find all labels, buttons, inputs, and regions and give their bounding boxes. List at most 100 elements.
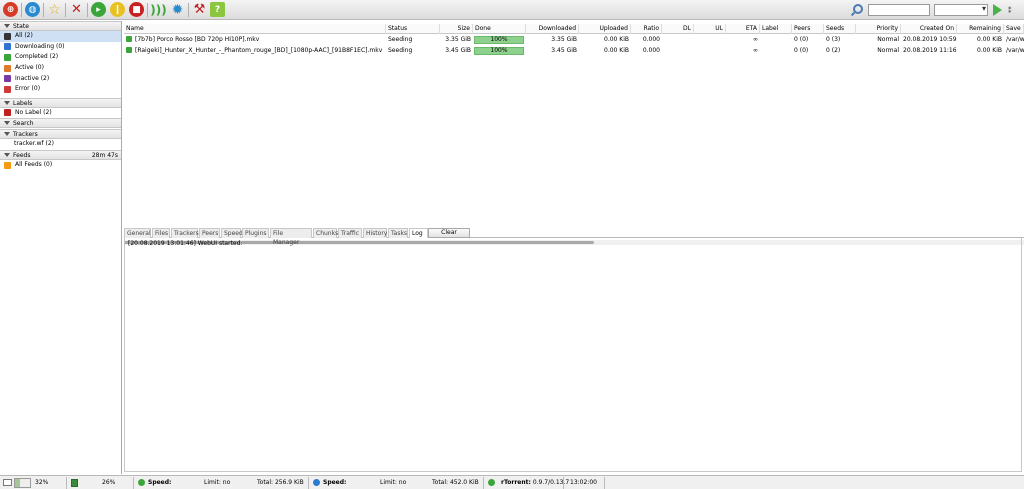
help-icon[interactable]: ? (210, 2, 225, 17)
download-total: Total: 256.9 KiB (257, 479, 304, 486)
column-header-name[interactable]: Name (124, 24, 386, 34)
filter-icon (4, 75, 11, 83)
cell-priority: Normal (877, 36, 899, 43)
sidebar-item[interactable]: Error (0) (0, 84, 121, 95)
tab-tasks[interactable]: Tasks (388, 228, 408, 238)
download-limit[interactable]: Limit: no (204, 478, 230, 488)
tab-peers[interactable]: Peers (199, 228, 220, 238)
column-header-ratio[interactable]: Ratio (631, 24, 662, 34)
column-header-created-on[interactable]: Created On (901, 24, 957, 34)
search-go-icon[interactable] (993, 4, 1002, 16)
column-header-peers[interactable]: Peers (792, 24, 824, 34)
cell-downloaded: 3.35 GiB (551, 36, 577, 43)
trackers-panel-header[interactable]: Trackers (0, 129, 121, 140)
column-header-dl[interactable]: DL (662, 24, 694, 34)
state-panel-header[interactable]: State (0, 21, 121, 31)
sidebar-item-label: All Feeds (0) (15, 161, 53, 169)
state-header-label: State (13, 23, 29, 30)
sidebar-item-label: All (2) (15, 32, 33, 40)
pause-icon[interactable]: ❙ (110, 2, 125, 17)
trackers-header-label: Trackers (13, 131, 38, 139)
cell-eta: ∞ (753, 47, 758, 54)
table-row[interactable]: [Raigeki]_Hunter_X_Hunter_-_Phantom_roug… (124, 46, 1024, 56)
column-header-ul[interactable]: UL (694, 24, 726, 34)
sidebar-item[interactable]: Inactive (2) (0, 73, 121, 84)
tab-general[interactable]: General (124, 228, 151, 238)
toolbar-divider (43, 3, 44, 17)
clear-log-button[interactable]: Clear (428, 228, 470, 238)
remove-icon[interactable]: ✕ (69, 2, 84, 17)
start-icon[interactable]: ▸ (91, 2, 106, 17)
upload-total: Total: 452.0 KiB (432, 479, 479, 486)
sidebar-item[interactable]: Active (0) (0, 63, 121, 74)
labels-panel-header[interactable]: Labels (0, 97, 121, 108)
progress-bar: 100% (474, 36, 524, 44)
tab-speed[interactable]: Speed (221, 228, 243, 238)
stop-icon[interactable]: ■ (129, 2, 144, 17)
table-row[interactable]: [7b7b] Porco Rosso [BD 720p HI10P].mkv Se… (124, 35, 1024, 45)
column-header-seeds[interactable]: Seeds (824, 24, 856, 34)
cpu-icon (71, 479, 78, 487)
cell-ul (694, 46, 726, 56)
tab-file-manager[interactable]: File Manager (270, 228, 312, 246)
tab-files[interactable]: Files (152, 228, 170, 238)
feeds-timer: 28m 47s (91, 151, 118, 159)
torrent-name: [7b7b] Porco Rosso [BD 720p HI10P].mkv (135, 36, 260, 43)
upload-speed-label: Speed: (323, 479, 347, 486)
torrent-list: Name Status Size Done Downloaded Uploaded Rati… (124, 21, 1024, 245)
column-header-uploaded[interactable]: Uploaded (579, 24, 631, 34)
download-speed-label: Speed: (148, 479, 172, 486)
tab-history[interactable]: History (363, 228, 387, 238)
search-header-label: Search (13, 120, 34, 128)
add-torrent-icon[interactable]: ⊕ (3, 2, 18, 17)
search-input[interactable] (868, 4, 930, 16)
cell-name: [Raigeki]_Hunter_X_Hunter_-_Phantom_roug… (124, 46, 386, 56)
search-icon[interactable] (853, 4, 863, 14)
column-header-status[interactable]: Status (386, 24, 440, 34)
status-divider (604, 477, 605, 489)
column-header-done[interactable]: Done (473, 24, 526, 34)
search-panel-header[interactable]: Search (0, 118, 121, 129)
sidebar-item[interactable]: All (2) (0, 31, 121, 42)
column-header-save[interactable]: Save (1004, 24, 1024, 34)
sidebar-item[interactable]: Completed (2) (0, 52, 121, 63)
create-torrent-icon[interactable]: ☆ (47, 2, 62, 18)
disk-usage-pct: 32% (35, 479, 49, 486)
column-header-label[interactable]: Label (760, 24, 792, 34)
rss-icon[interactable]: ))) (150, 2, 166, 17)
plugins-icon[interactable]: ⚒ (192, 2, 207, 17)
cell-created: 20.08.2019 11:16:25 (903, 47, 957, 54)
sidebar-item[interactable]: All Feeds (0) (0, 160, 121, 171)
tab-log[interactable]: Log (409, 228, 428, 238)
column-header-priority[interactable]: Priority (856, 24, 901, 34)
sidebar-item[interactable]: tracker.wf (2) (0, 139, 121, 150)
status-bar: 32% 26% Speed: Limit: no Total: 256.9 Ki… (0, 475, 1024, 489)
column-header-remaining[interactable]: Remaining (957, 24, 1004, 34)
settings-icon[interactable]: ✹ (170, 2, 185, 18)
labels-list: No Label (2) (0, 108, 121, 119)
sidebar-item[interactable]: No Label (2) (0, 108, 121, 119)
column-header-size[interactable]: Size (440, 24, 473, 34)
tab-plugins[interactable]: Plugins (242, 228, 269, 238)
sidebar-item-label: No Label (2) (15, 108, 52, 116)
toolbar-divider (147, 3, 148, 17)
tab-trackers[interactable]: Trackers (171, 228, 199, 238)
sidebar-item[interactable]: Downloading (0) (0, 42, 121, 53)
filter-icon (4, 53, 11, 61)
feeds-panel-header[interactable]: Feeds 28m 47s (0, 149, 121, 160)
sidebar: State All (2) Downloading (0) Completed (2… (0, 21, 122, 474)
sidebar-item-label: tracker.wf (2) (14, 140, 54, 148)
disk-icon (3, 479, 12, 486)
status-divider (308, 477, 309, 489)
column-header-eta[interactable]: ETA (726, 24, 760, 34)
cpu-usage-pct: 26% (102, 479, 116, 486)
cell-ratio: 0.000 (642, 36, 660, 43)
toolbar-menu-icon[interactable]: ⁑ (1008, 7, 1012, 15)
tab-chunks[interactable]: Chunks (313, 228, 338, 238)
add-url-icon[interactable]: ◍ (25, 2, 40, 17)
search-engine-select[interactable] (934, 4, 988, 16)
tab-traffic[interactable]: Traffic (338, 228, 362, 238)
upload-limit[interactable]: Limit: no (380, 478, 406, 488)
column-header-downloaded[interactable]: Downloaded (526, 24, 579, 34)
cell-label (760, 35, 792, 45)
